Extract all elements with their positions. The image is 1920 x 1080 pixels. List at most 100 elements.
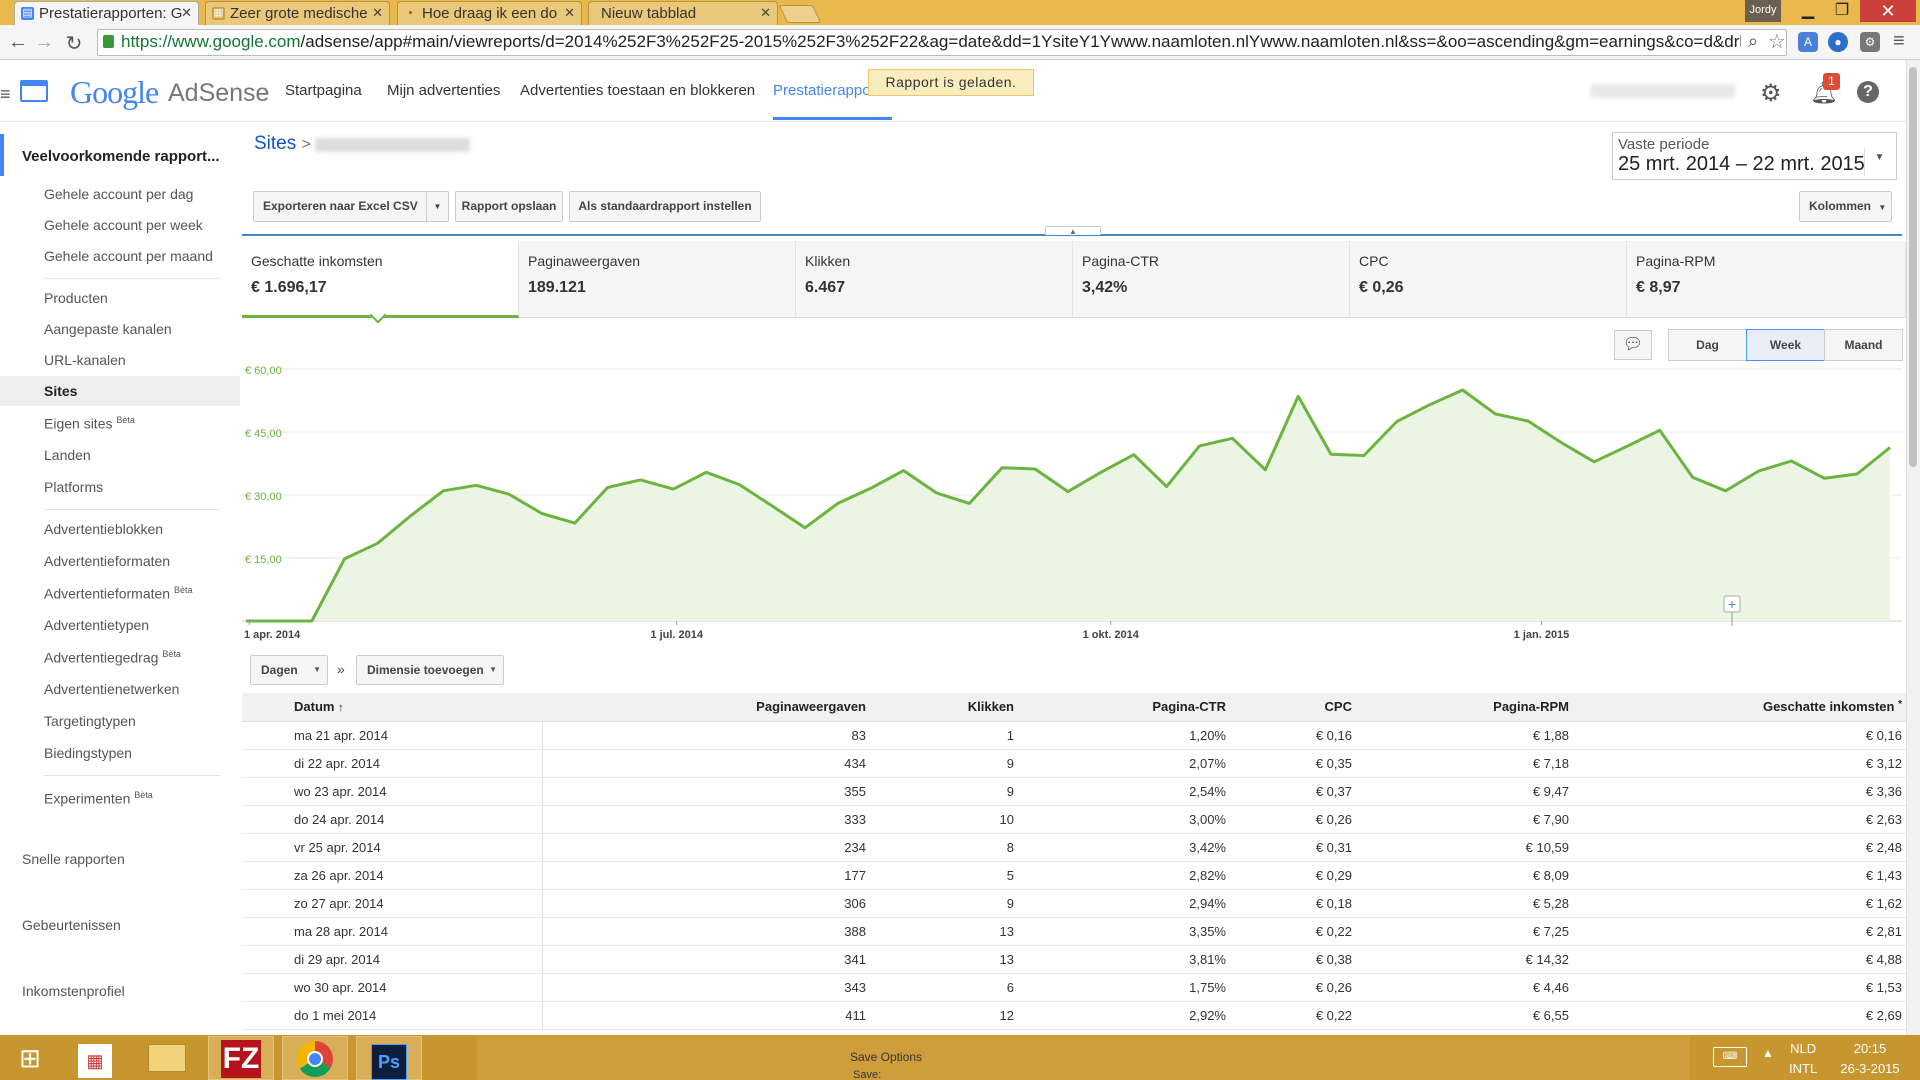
columns-button[interactable]: Kolommen ▼ xyxy=(1799,191,1892,222)
column-header-klikken[interactable]: Klikken xyxy=(874,693,1022,722)
tab-nieuw-tabblad[interactable]: Nieuw tabblad ✕ xyxy=(588,1,778,25)
profile-badge[interactable]: Jordy xyxy=(1745,0,1781,22)
column-header-datum[interactable]: Datum ↑ xyxy=(242,693,542,722)
sidebar-heading[interactable]: Veelvoorkomende rapport... xyxy=(22,148,220,165)
filezilla-icon[interactable]: FZ xyxy=(208,1036,274,1080)
minimize-icon[interactable]: ▁ xyxy=(1790,0,1826,22)
collapse-chart-icon[interactable]: ▲ xyxy=(1045,226,1101,236)
sidebar-item-producten[interactable]: Producten xyxy=(44,290,108,306)
column-header-pagina-ctr[interactable]: Pagina-CTR xyxy=(1022,693,1234,722)
scorecard-pagina-rpm[interactable]: Pagina-RPM € 8,97 xyxy=(1627,241,1906,318)
cell-klikken: 9 xyxy=(874,749,1022,778)
scorecard-klikken[interactable]: Klikken 6.467 xyxy=(796,241,1073,318)
chrome-menu-icon[interactable]: ≡ xyxy=(1893,30,1905,53)
set-default-report-button[interactable]: Als standaardrapport instellen xyxy=(569,191,761,222)
nav-startpagina[interactable]: Startpagina xyxy=(285,82,362,99)
nav-advertenties-toestaan[interactable]: Advertenties toestaan en blokkeren xyxy=(520,82,755,99)
sidebar-item-sites[interactable]: Sites xyxy=(44,383,77,399)
sidebar-section-snelle-rapporten[interactable]: Snelle rapporten xyxy=(22,851,125,867)
date-range-value[interactable]: 25 mrt. 2014 – 22 mrt. 2015 xyxy=(1618,153,1865,176)
scorecard-pagina-ctr[interactable]: Pagina-CTR 3,42% xyxy=(1073,241,1350,318)
sidebar-item-advertentieformaten[interactable]: Advertentieformaten xyxy=(44,553,170,569)
windows-start-icon[interactable]: ⊞ xyxy=(0,1036,60,1080)
granularity-dag-button[interactable]: Dag xyxy=(1668,329,1747,361)
sidebar-item-url-kanalen[interactable]: URL-kanalen xyxy=(44,352,126,368)
help-icon[interactable]: ? xyxy=(1857,81,1879,103)
sidebar-item-account-week[interactable]: Gehele account per week xyxy=(44,217,203,233)
export-dropdown-chevron-icon[interactable]: ▼ xyxy=(426,191,449,222)
granularity-maand-button[interactable]: Maand xyxy=(1824,329,1903,361)
input-language-indicator[interactable]: NLD INTL xyxy=(1789,1039,1817,1079)
scorecard-paginaweergaven[interactable]: Paginaweergaven 189.121 xyxy=(519,241,796,318)
reload-icon[interactable]: ↻ xyxy=(64,31,84,56)
sidebar-item-eigen-sites[interactable]: Eigen sites Bèta xyxy=(44,415,135,432)
close-tab-icon[interactable]: ✕ xyxy=(564,5,575,21)
sidebar-item-account-dag[interactable]: Gehele account per dag xyxy=(44,186,193,202)
tab-hoe-draag[interactable]: • Hoe draag ik een do ✕ xyxy=(397,1,582,25)
cell-datum: ma 28 apr. 2014 xyxy=(242,917,543,946)
save-report-button[interactable]: Rapport opslaan xyxy=(455,191,563,222)
scorecard-geschatte-inkomsten[interactable]: Geschatte inkomsten € 1.696,17 xyxy=(242,241,519,318)
app-launcher-icon[interactable]: ▦ xyxy=(62,1036,128,1080)
sidebar-item-advertentiegedrag[interactable]: Advertentiegedrag Bèta xyxy=(44,649,181,666)
group-by-dropdown[interactable]: Dagen ▼ xyxy=(250,655,328,685)
adsense-logo-text[interactable]: AdSense xyxy=(168,79,269,108)
sidebar-section-gebeurtenissen[interactable]: Gebeurtenissen xyxy=(22,917,121,933)
bookmark-star-icon[interactable]: ☆ xyxy=(1768,29,1786,54)
tab-zeer-grote-medische[interactable]: ▦ Zeer grote medische ✕ xyxy=(205,1,390,25)
nav-mijn-advertenties[interactable]: Mijn advertenties xyxy=(387,82,500,99)
tab-prestatierapporten[interactable]: ▤ Prestatierapporten: G ✕ xyxy=(14,1,199,25)
column-header-geschatte-inkomsten[interactable]: Geschatte inkomsten * xyxy=(1577,693,1910,722)
scrollbar-thumb[interactable] xyxy=(1909,67,1917,467)
cell-paginaweergaven: 411 xyxy=(542,1001,874,1030)
menu-icon[interactable]: ≡ xyxy=(0,84,11,105)
breadcrumb: Sites > xyxy=(254,133,311,155)
photoshop-icon[interactable]: Ps xyxy=(356,1036,422,1080)
sidebar-item-aangepaste-kanalen[interactable]: Aangepaste kanalen xyxy=(44,321,172,337)
sidebar-item-account-maand[interactable]: Gehele account per maand xyxy=(44,248,213,264)
sidebar-item-platforms[interactable]: Platforms xyxy=(44,479,103,495)
url-text[interactable]: https://www.google.com/adsense/app#main/… xyxy=(121,32,1741,52)
account-email-blurred[interactable] xyxy=(1590,84,1735,98)
sidebar-item-advertentieblokken[interactable]: Advertentieblokken xyxy=(44,521,163,537)
extension-icon[interactable]: ● xyxy=(1828,32,1848,52)
maximize-icon[interactable]: ❐ xyxy=(1824,0,1860,22)
breadcrumb-sites-link[interactable]: Sites xyxy=(254,133,296,154)
extension-icon[interactable]: ⚙ xyxy=(1860,32,1880,52)
column-header-pagina-rpm[interactable]: Pagina-RPM xyxy=(1360,693,1577,722)
chrome-taskbar-icon[interactable] xyxy=(282,1036,348,1080)
file-explorer-icon[interactable] xyxy=(134,1036,200,1080)
sidebar-item-advertentienetwerken[interactable]: Advertentienetwerken xyxy=(44,681,179,697)
sidebar-item-experimenten[interactable]: Experimenten Bèta xyxy=(44,790,153,807)
add-dimension-dropdown[interactable]: Dimensie toevoegen ▼ xyxy=(356,655,504,685)
back-icon[interactable]: ← xyxy=(8,31,28,54)
gear-icon[interactable]: ⚙ xyxy=(1760,79,1782,108)
sidebar-item-biedingstypen[interactable]: Biedingstypen xyxy=(44,745,132,761)
zoom-icon[interactable]: ⌕ xyxy=(1748,31,1758,52)
sidebar-item-advertentieformaten-beta[interactable]: Advertentieformaten Bèta xyxy=(44,585,192,602)
chevron-down-icon[interactable]: ▼ xyxy=(1864,148,1894,176)
column-header-cpc[interactable]: CPC xyxy=(1234,693,1360,722)
close-tab-icon[interactable]: ✕ xyxy=(181,5,192,21)
granularity-week-button[interactable]: Week xyxy=(1746,329,1825,361)
cell-datum: wo 30 apr. 2014 xyxy=(242,973,543,1002)
export-csv-button[interactable]: Exporteren naar Excel CSV xyxy=(253,191,449,222)
clock[interactable]: 20:15 26-3-2015 xyxy=(1835,1039,1905,1079)
touch-keyboard-icon[interactable]: ⌨ xyxy=(1713,1047,1747,1067)
sidebar-item-advertentietypen[interactable]: Advertentietypen xyxy=(44,617,149,633)
scorecard-cpc[interactable]: CPC € 0,26 xyxy=(1350,241,1627,318)
translate-extension-icon[interactable]: A xyxy=(1798,32,1818,52)
sidebar-item-targetingtypen[interactable]: Targetingtypen xyxy=(44,713,136,729)
close-tab-icon[interactable]: ✕ xyxy=(372,5,383,21)
earnings-area-chart[interactable]: € 60,00 € 45,00 € 30,00 € 15,00 1 apr. 2014… xyxy=(242,364,1910,654)
close-tab-icon[interactable]: ✕ xyxy=(760,5,771,21)
column-header-paginaweergaven[interactable]: Paginaweergaven xyxy=(542,693,874,722)
forward-icon[interactable]: → xyxy=(34,31,54,54)
google-logo[interactable]: Google xyxy=(70,74,159,111)
window-close-icon[interactable]: ✕ xyxy=(1860,0,1916,22)
sidebar-section-inkomstenprofiel[interactable]: Inkomstenprofiel xyxy=(22,983,125,999)
tray-expand-icon[interactable]: ▲ xyxy=(1762,1046,1774,1060)
sidebar-item-landen[interactable]: Landen xyxy=(44,447,91,463)
lock-icon[interactable] xyxy=(103,35,114,48)
annotation-icon[interactable]: 💬︎ xyxy=(1614,330,1652,360)
